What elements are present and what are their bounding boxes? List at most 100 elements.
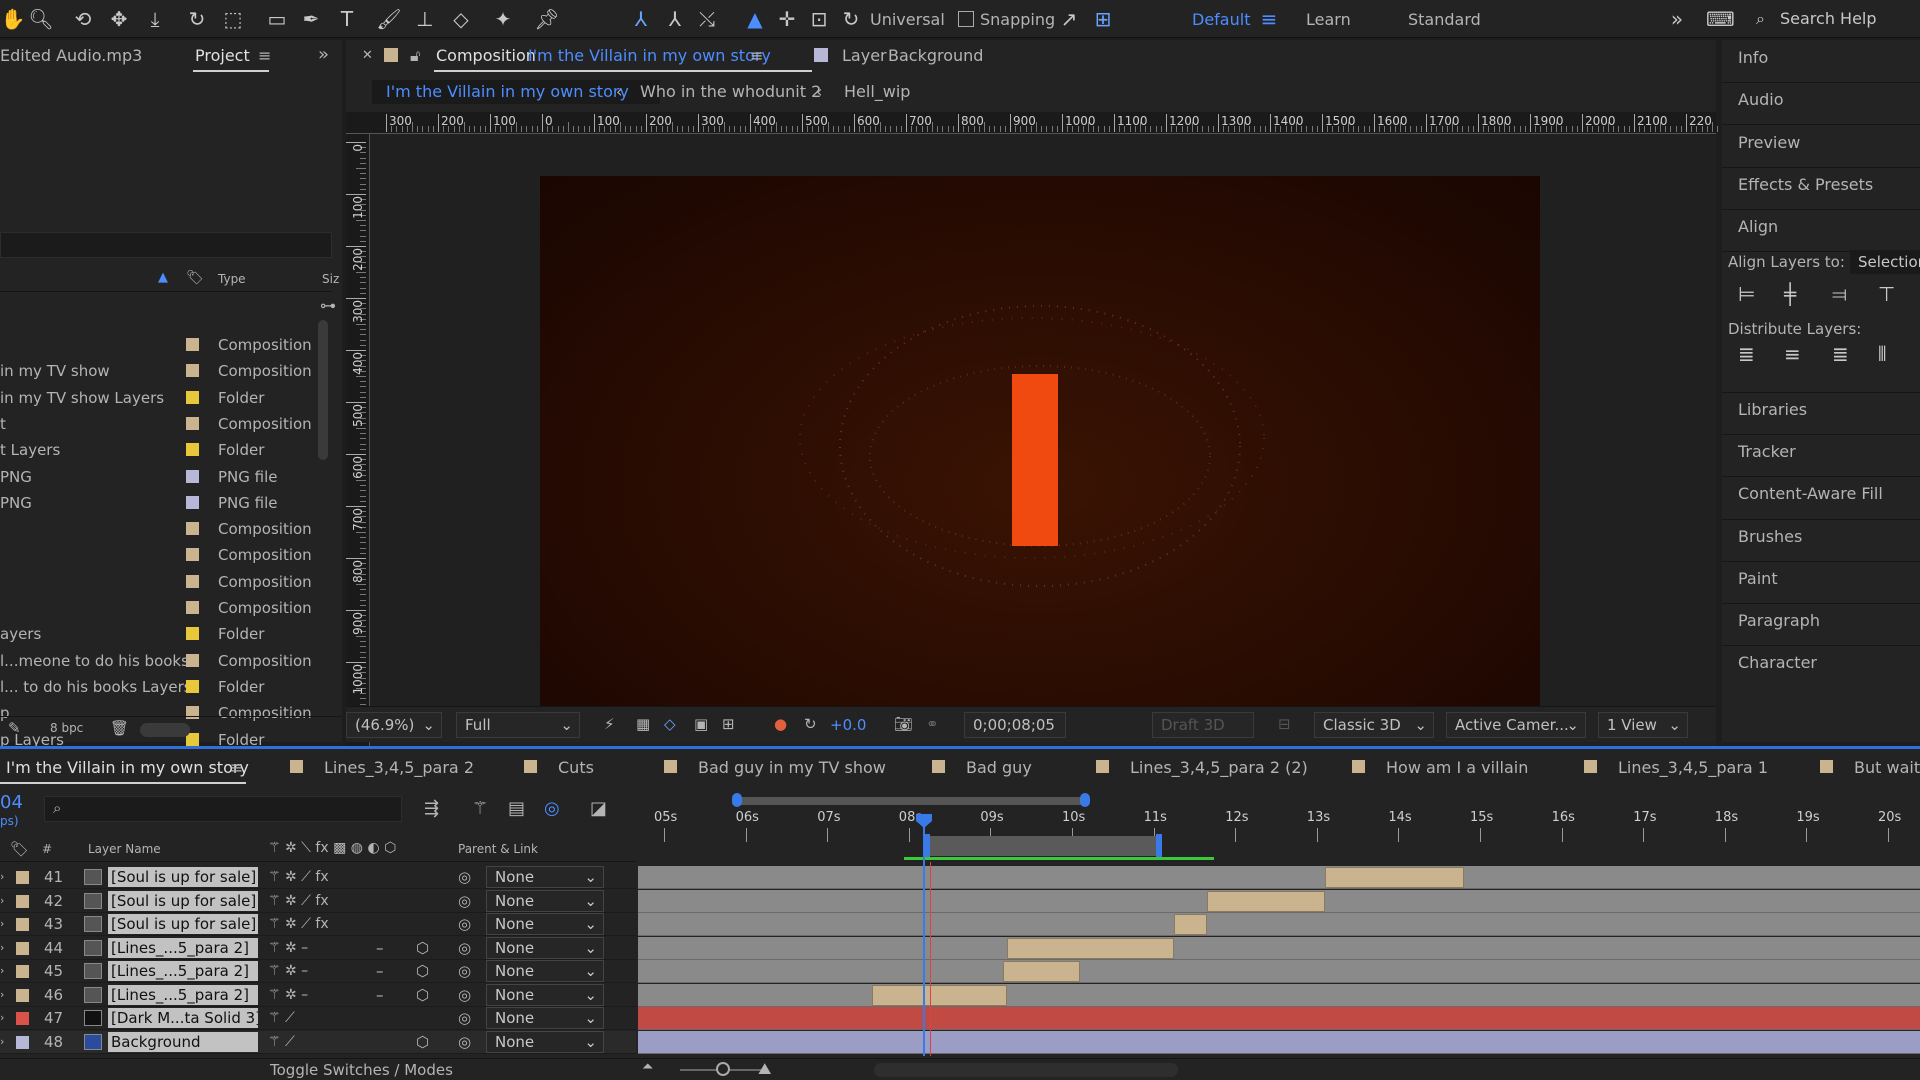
workspace-default[interactable]: Default [1192,10,1250,29]
right-panel-paint[interactable]: Paint [1738,569,1778,588]
snap-grid-icon[interactable]: ⊞ [1090,6,1116,32]
expand-twirl-icon[interactable]: › [0,937,4,959]
layer-switches-icon[interactable]: ⚚ ✲ ⟋ fx [268,866,329,888]
timeline-tab[interactable]: I'm the Villain in my own story [6,758,249,777]
views-dropdown[interactable]: 1 View ⌄ [1598,712,1688,738]
rotate-tool-icon[interactable]: ↻ [838,6,864,32]
layer-collapse-icon[interactable]: – [376,984,384,1006]
layer-label-swatch[interactable] [16,918,29,931]
view-axis-icon[interactable]: ⤯ [694,6,720,32]
timeline-tab[interactable]: Lines_3,4,5_para 2 (2) [1130,758,1308,777]
table-row[interactable]: › 44 [Lines_...5_para 2] ⚚ ✲ – – ⬡ ◎ None ⌄ [0,936,636,960]
label-color-swatch[interactable] [186,469,199,483]
breadcrumb-current[interactable]: I'm the Villain in my own story [386,82,629,101]
snapping-checkbox[interactable] [958,11,974,27]
interpret-footage-icon[interactable]: ✎ [8,719,21,737]
label-color-swatch[interactable] [186,574,199,588]
brush-tool-icon[interactable]: 🖌︎ [376,6,402,32]
label-color-swatch[interactable] [186,627,199,641]
right-panel-tracker[interactable]: Tracker [1738,442,1796,461]
label-color-swatch[interactable] [186,364,199,378]
zoom-navigator-bar[interactable] [736,797,1084,805]
layer-label-swatch[interactable] [16,988,29,1002]
layer-label-swatch[interactable] [16,941,29,955]
puppet-pin-icon[interactable]: 📌︎ [534,6,560,32]
layer-tab-name[interactable]: Background [888,46,983,65]
draft-3d-button[interactable]: Draft 3D [1152,712,1254,738]
right-panel-audio[interactable]: Audio [1738,90,1783,109]
right-panel-preview[interactable]: Preview [1738,133,1800,152]
parent-dropdown[interactable]: None ⌄ [486,1007,604,1029]
list-item[interactable]: Composition [0,542,340,568]
list-item[interactable]: Composition [0,595,340,621]
pan-behind-icon[interactable]: ⬚ [220,6,246,32]
flowchart-icon[interactable]: ⊶ [320,296,336,315]
align-horizontal-center-icon[interactable]: ╪ [1784,282,1796,306]
hand-tool-icon[interactable]: ✋ [0,6,26,32]
label-color-swatch[interactable] [186,548,199,562]
project-search-input[interactable] [0,232,332,258]
zoom-tool-icon[interactable]: 🔍︎ [28,6,54,32]
list-item[interactable]: l... to do his books Layers Folder [0,674,340,700]
camera-dropdown[interactable]: Active Camer... ⌄ [1446,712,1586,738]
tab-project[interactable]: Project [195,46,250,65]
panel-overflow-icon[interactable]: » [318,44,329,65]
comp-tab-name[interactable]: I'm the Villain in my own story [528,46,771,65]
bpc-label[interactable]: 8 bpc [50,721,83,735]
layer-tab-prefix[interactable]: Layer [842,46,887,65]
timeline-tab[interactable]: Lines_3,4,5_para 1 [1618,758,1768,777]
timeline-tab[interactable]: But wait [1854,758,1920,777]
right-panel-libraries[interactable]: Libraries [1738,400,1807,419]
layer-name[interactable]: [Soul is up for sale] [108,890,258,911]
layer-switches-icon[interactable]: ⚚ ✲ ⟋ fx [268,890,329,912]
right-panel-content-aware-fill[interactable]: Content-Aware Fill [1738,484,1883,503]
expand-twirl-icon[interactable]: › [0,866,4,888]
layer-3d-icon[interactable]: ⬡ [416,1031,429,1053]
label-color-swatch[interactable] [186,416,199,430]
layer-collapse-icon[interactable]: – [376,960,384,982]
align-left-icon[interactable]: ⊨ [1738,282,1755,306]
expand-twirl-icon[interactable]: › [0,913,4,935]
list-item[interactable]: Composition [0,516,340,542]
comp-mini-flowchart-icon[interactable]: ⇶ [424,798,439,819]
list-item[interactable]: PNG PNG file [0,464,340,490]
table-row[interactable]: › 48 Background ⚚ ⟋ ⬡ ◎ None ⌄ [0,1030,636,1054]
work-area-bar[interactable] [926,836,1160,856]
comp-menu-icon[interactable]: ≡ [750,46,763,65]
search-help[interactable]: ⌕ Search Help [1756,6,1916,32]
move-tool-icon[interactable]: ✛ [774,6,800,32]
distribute-top-icon[interactable]: ≣ [1738,342,1755,366]
viewer-canvas[interactable] [370,134,1716,746]
layer-clip[interactable] [1174,914,1207,935]
workspace-menu-icon[interactable]: ≡ [1256,6,1282,32]
layer-3d-icon[interactable]: ⬡ [416,937,429,959]
world-axis-icon[interactable]: ⅄ [662,6,688,32]
layer-label-swatch[interactable] [16,965,29,978]
table-row[interactable]: › 42 [Soul is up for sale] ⚚ ✲ ⟋ fx ◎ None ⌄ [0,889,636,913]
pickwhip-icon[interactable]: ◎ [458,1031,471,1053]
parent-dropdown[interactable]: None ⌄ [486,1030,604,1053]
layer-clip[interactable] [1002,961,1081,982]
reset-exposure-icon[interactable]: ↻ [804,715,817,733]
snapshot-icon[interactable]: 📷︎ [894,715,913,733]
table-row[interactable]: › 45 [Lines_...5_para 2] ⚚ ✲ – – ⬡ ◎ None ⌄ [0,960,636,983]
layer-duration-bar[interactable] [638,1007,1920,1030]
layer-duration-bar[interactable] [638,866,1920,889]
distribute-bottom-icon[interactable]: ≣ [1832,342,1849,366]
layer-duration-bar[interactable] [638,913,1920,936]
lock-icon[interactable]: 🔓︎ [410,46,420,66]
layer-duration-bar[interactable] [638,960,1920,983]
layer-name[interactable]: [Lines_...5_para 2] [108,937,258,958]
layer-3d-icon[interactable]: ⬡ [416,984,429,1006]
timeline-h-scrollbar[interactable] [874,1063,1178,1077]
mask-visibility-icon[interactable]: ◇ [664,715,676,733]
playhead-line[interactable] [923,814,925,1056]
tab-edited-audio[interactable]: Edited Audio.mp3 [0,46,142,65]
layer-clip[interactable] [1206,890,1325,912]
project-menu-icon[interactable]: ≡ [258,46,271,65]
list-item[interactable]: in my TV show Layers Folder [0,385,340,411]
expand-twirl-icon[interactable]: › [0,1031,4,1053]
parent-dropdown[interactable]: None ⌄ [486,983,604,1006]
list-item[interactable]: Composition [0,332,340,358]
close-tab-icon[interactable]: ✕ [362,48,373,63]
